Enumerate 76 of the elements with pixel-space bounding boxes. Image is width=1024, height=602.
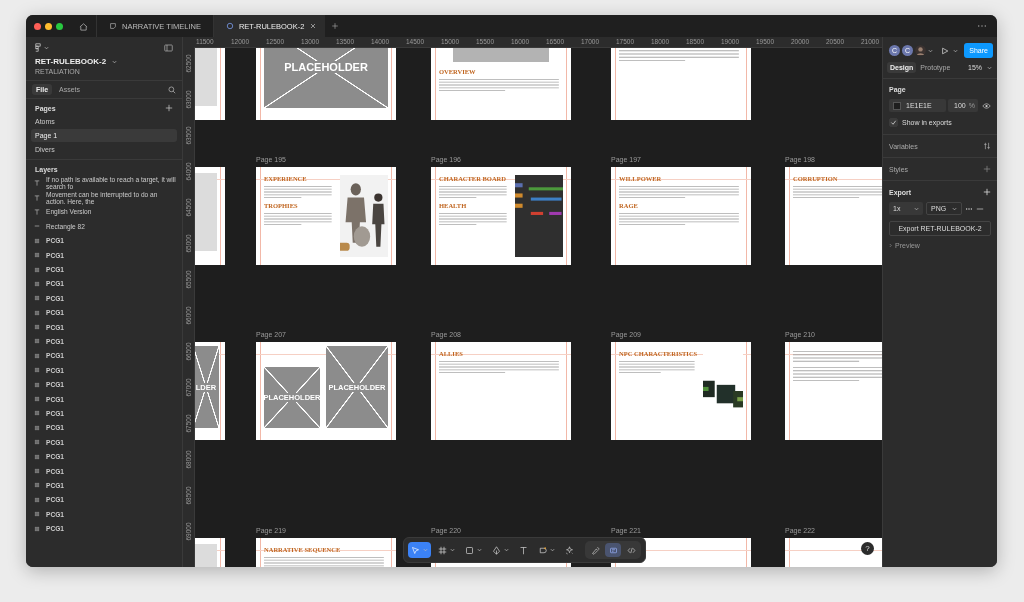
add-icon[interactable] xyxy=(983,165,991,173)
text-lines-drawing xyxy=(264,212,334,226)
image-block xyxy=(195,48,217,107)
frame-icon xyxy=(34,468,40,474)
frame-icon xyxy=(34,352,40,359)
text-tool-icon xyxy=(519,545,528,555)
pen-icon xyxy=(492,545,501,555)
frame-icon xyxy=(34,396,40,403)
frame-icon xyxy=(34,410,40,417)
frame-icon xyxy=(34,309,40,316)
placeholder-label: PLACEHOLDER xyxy=(282,61,370,73)
line-icon xyxy=(34,223,40,230)
frame-icon xyxy=(34,496,40,503)
text-layer-icon xyxy=(34,180,40,187)
caret-icon xyxy=(914,206,919,211)
caret-icon xyxy=(423,548,428,552)
search-icon[interactable] xyxy=(168,85,176,94)
maximize-window-icon[interactable] xyxy=(56,22,63,30)
caret-icon xyxy=(953,48,959,53)
frame-icon xyxy=(34,482,40,489)
code-icon xyxy=(626,545,636,555)
eye-icon[interactable] xyxy=(982,102,991,109)
frame-icon xyxy=(34,338,40,345)
frame-icon xyxy=(34,252,40,259)
pen-icon xyxy=(590,545,600,555)
more-icon[interactable] xyxy=(977,24,987,28)
frame-icon xyxy=(34,424,40,431)
mode-button[interactable] xyxy=(605,543,621,557)
caret-icon xyxy=(44,45,49,50)
cursor-icon xyxy=(411,545,420,555)
minimize-window-icon[interactable] xyxy=(45,22,52,30)
close-icon[interactable] xyxy=(309,22,318,30)
checkbox[interactable] xyxy=(889,118,898,127)
frame-icon xyxy=(34,511,40,518)
note-icon xyxy=(109,22,117,30)
frame-icon xyxy=(34,453,40,460)
tool-button[interactable] xyxy=(408,542,431,558)
caret-icon xyxy=(112,59,118,64)
sidebar-toggle-icon[interactable] xyxy=(164,43,173,52)
play-icon[interactable] xyxy=(941,46,950,55)
text-layer-icon xyxy=(34,194,40,201)
shape-icon xyxy=(538,545,547,555)
frame-icon xyxy=(34,439,40,446)
file-name[interactable]: RET-RULEBOOK-2 xyxy=(35,57,107,66)
text-lines-drawing xyxy=(264,185,334,199)
text-lines-drawing xyxy=(439,212,509,226)
caret-icon xyxy=(987,65,992,70)
frame-icon xyxy=(34,381,40,388)
frame-icon xyxy=(34,266,40,273)
frame-icon xyxy=(34,525,40,532)
close-window-icon[interactable] xyxy=(34,22,41,30)
circle-icon xyxy=(225,22,234,30)
caret-icon xyxy=(504,548,509,552)
home-icon[interactable] xyxy=(79,21,88,31)
frame-icon xyxy=(34,324,40,331)
text-lines-drawing xyxy=(439,185,509,199)
sparkle-icon xyxy=(565,545,574,555)
frame-icon xyxy=(34,280,40,287)
frame-icon xyxy=(34,237,40,244)
caret-icon xyxy=(928,48,933,53)
avatar[interactable] xyxy=(915,45,926,56)
sliders-icon[interactable] xyxy=(983,142,991,150)
add-icon[interactable] xyxy=(165,104,173,112)
frame-icon xyxy=(34,367,40,374)
logo-icon[interactable] xyxy=(35,43,41,52)
text-layer-icon xyxy=(34,208,40,215)
add-tab-icon[interactable] xyxy=(331,22,340,30)
caret-icon xyxy=(477,548,482,552)
caret-icon xyxy=(550,548,555,552)
caret-icon xyxy=(952,206,957,211)
caret-icon xyxy=(450,548,455,552)
square-icon xyxy=(465,545,474,555)
frame-icon xyxy=(438,545,447,555)
color-swatch[interactable] xyxy=(893,101,901,110)
design-mode-icon xyxy=(608,545,618,555)
frame-icon xyxy=(34,295,40,302)
